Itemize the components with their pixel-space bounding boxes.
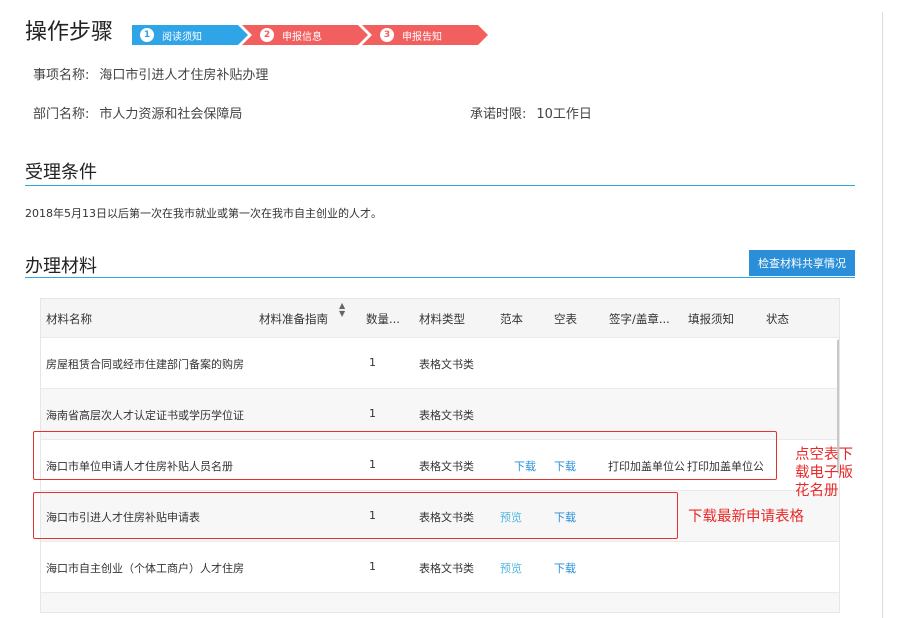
annotation-download-application: 下载最新申请表格: [688, 509, 804, 525]
column-header-sample[interactable]: 范本: [500, 311, 523, 327]
step-read-notice[interactable]: 1 阅读须知: [132, 25, 248, 45]
signature-requirement: 打印加盖单位公: [608, 460, 684, 473]
table-row[interactable]: 海口市自主创业（个体工商户）人才住房 1 表格文书类 预览 下载: [41, 541, 839, 592]
sort-icon[interactable]: ▲ ▼: [339, 302, 345, 318]
step-number-1: 1: [140, 28, 154, 42]
step-label: 阅读须知: [162, 31, 202, 43]
step-number-2: 2: [260, 28, 274, 42]
material-name: 海口市引进人才住房补贴申请表: [46, 511, 200, 524]
conditions-divider: [25, 185, 855, 186]
materials-divider: [25, 277, 855, 278]
sample-preview-link[interactable]: 预览: [500, 509, 522, 525]
column-header-quantity[interactable]: 数量...: [366, 311, 400, 327]
materials-title: 办理材料: [25, 256, 97, 277]
item-name-value: 海口市引进人才住房补贴办理: [99, 68, 269, 83]
step-label: 申报信息: [282, 31, 322, 43]
materials-table: 材料名称 材料准备指南 ▲ ▼ 数量... 材料类型 范本 空表 签字/盖章...…: [40, 298, 840, 613]
material-type: 表格文书类: [419, 562, 474, 575]
table-row[interactable]: 海口市单位申请人才住房补贴人员名册 1 表格文书类 下载 下载 打印加盖单位公 …: [41, 439, 839, 490]
step-number-3: 3: [380, 28, 394, 42]
table-row[interactable]: 海南省高层次人才认定证书或学历学位证 1 表格文书类: [41, 388, 839, 439]
material-type: 表格文书类: [419, 511, 474, 524]
material-type: 表格文书类: [419, 460, 474, 473]
filling-notice: 打印加盖单位公: [687, 460, 763, 473]
material-name: 海南省高层次人才认定证书或学历学位证: [46, 409, 244, 422]
sample-preview-link[interactable]: 预览: [500, 560, 522, 576]
column-header-name[interactable]: 材料名称: [46, 311, 92, 327]
conditions-text: 2018年5月13日以后第一次在我市就业或第一次在我市自主创业的人才。: [25, 207, 382, 220]
department-label: 部门名称:: [33, 107, 90, 122]
blank-form-download-link[interactable]: 下载: [554, 560, 576, 576]
step-declare-info[interactable]: 2 申报信息: [242, 25, 368, 45]
column-header-status[interactable]: 状态: [766, 311, 789, 327]
material-name: 房屋租赁合同或经市住建部门备案的购房: [46, 358, 244, 371]
material-quantity: 1: [369, 407, 376, 420]
steps-title: 操作步骤: [25, 20, 114, 45]
table-row-partial: [41, 592, 839, 612]
material-quantity: 1: [369, 560, 376, 573]
material-name: 海口市自主创业（个体工商户）人才住房: [46, 562, 244, 575]
sample-download-link[interactable]: 下载: [514, 458, 536, 474]
column-header-type[interactable]: 材料类型: [419, 311, 465, 327]
step-declare-result[interactable]: 3 申报告知: [362, 25, 488, 45]
time-limit-value: 10工作日: [536, 107, 592, 122]
material-quantity: 1: [369, 509, 376, 522]
conditions-title: 受理条件: [25, 162, 97, 183]
column-header-notice[interactable]: 填报须知: [688, 311, 734, 327]
step-progress: 1 阅读须知 2 申报信息 3 申报告知: [132, 25, 488, 45]
material-type: 表格文书类: [419, 358, 474, 371]
right-divider: [882, 12, 883, 618]
time-limit-row: 承诺时限: 10工作日: [470, 103, 592, 122]
department-value: 市人力资源和社会保障局: [99, 107, 243, 122]
column-header-signature[interactable]: 签字/盖章...: [609, 311, 670, 327]
table-row[interactable]: 房屋租赁合同或经市住建部门备案的购房 1 表格文书类: [41, 337, 839, 388]
step-label: 申报告知: [402, 31, 442, 43]
annotation-download-roster: 点空表下载电子版花名册: [795, 447, 853, 499]
column-header-blank-form[interactable]: 空表: [554, 311, 577, 327]
check-material-sharing-button[interactable]: 检查材料共享情况: [749, 250, 855, 276]
item-name-label: 事项名称:: [33, 68, 90, 83]
column-header-guide[interactable]: 材料准备指南: [259, 311, 328, 327]
blank-form-download-link[interactable]: 下载: [554, 458, 576, 474]
department-row: 部门名称: 市人力资源和社会保障局: [33, 103, 242, 122]
table-header: 材料名称 材料准备指南 ▲ ▼ 数量... 材料类型 范本 空表 签字/盖章...…: [41, 299, 839, 337]
item-name-row: 事项名称: 海口市引进人才住房补贴办理: [33, 64, 268, 83]
material-name: 海口市单位申请人才住房补贴人员名册: [46, 460, 233, 473]
blank-form-download-link[interactable]: 下载: [554, 509, 576, 525]
material-type: 表格文书类: [419, 409, 474, 422]
time-limit-label: 承诺时限:: [470, 107, 527, 122]
material-quantity: 1: [369, 356, 376, 369]
material-quantity: 1: [369, 458, 376, 471]
